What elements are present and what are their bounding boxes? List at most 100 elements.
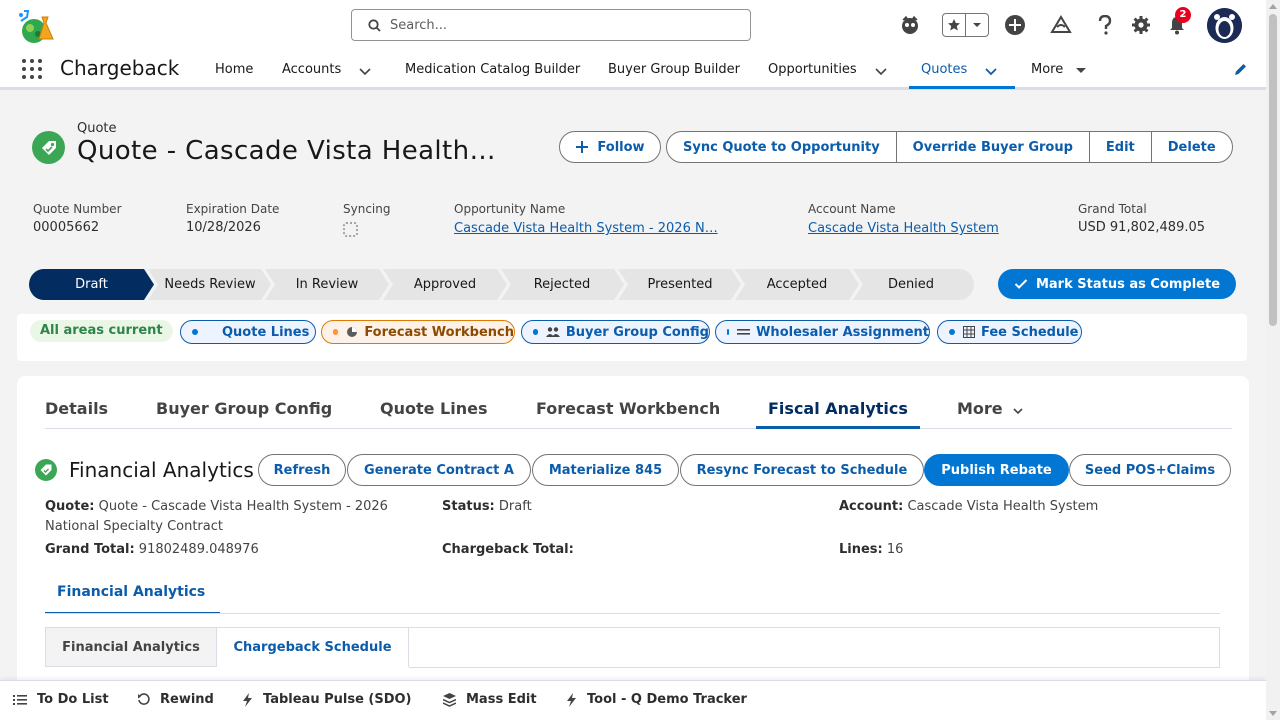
favorites-chevron-icon[interactable] xyxy=(966,14,988,36)
area-pill-label: Quote Lines xyxy=(222,324,310,340)
einstein-icon[interactable] xyxy=(897,12,923,38)
utility-bar: To Do List Rewind Tableau Pulse (SDO) Ma… xyxy=(0,680,1266,720)
mark-status-complete-button[interactable]: Mark Status as Complete xyxy=(998,269,1236,299)
area-pill-quote-lines[interactable]: Quote Lines xyxy=(180,320,316,344)
scroll-down-arrow-icon[interactable] xyxy=(1269,711,1277,717)
tab-fiscal-analytics[interactable]: Fiscal Analytics xyxy=(768,399,908,418)
path-stage-presented[interactable]: Presented xyxy=(622,269,738,300)
tab-buyer-group-config[interactable]: Buyer Group Config xyxy=(156,399,332,418)
accounts-chevron-down-icon[interactable] xyxy=(357,63,373,79)
status-field-value: Draft xyxy=(498,499,532,514)
nav-item-medication-catalog-builder[interactable]: Medication Catalog Builder xyxy=(405,62,580,77)
area-pill-label: Forecast Workbench xyxy=(364,324,514,340)
resync-forecast-button[interactable]: Resync Forecast to Schedule xyxy=(680,454,924,486)
seed-pos-claims-button[interactable]: Seed POS+Claims xyxy=(1069,454,1231,486)
utility-tableau-pulse[interactable]: Tableau Pulse (SDO) xyxy=(242,692,412,707)
nav-item-more[interactable]: More xyxy=(1031,62,1063,77)
financial-analytics-icon xyxy=(35,459,57,481)
lines-field-value: 16 xyxy=(886,542,904,557)
inner-tab-financial-analytics[interactable]: Financial Analytics xyxy=(46,628,217,667)
list-icon xyxy=(13,694,27,705)
add-icon[interactable] xyxy=(1002,12,1028,38)
user-avatar[interactable] xyxy=(1207,8,1242,43)
utility-label: Rewind xyxy=(160,692,214,707)
active-tab-indicator xyxy=(756,426,920,429)
refresh-button[interactable]: Refresh xyxy=(258,454,346,486)
sub-tab-financial-analytics[interactable]: Financial Analytics xyxy=(45,581,220,614)
tab-quote-lines[interactable]: Quote Lines xyxy=(380,399,488,418)
utility-to-do-list[interactable]: To Do List xyxy=(13,692,109,707)
financial-analytics-title: Financial Analytics xyxy=(69,458,254,482)
utility-label: Tableau Pulse (SDO) xyxy=(263,692,412,707)
quote-field-value-line2: National Specialty Contract xyxy=(45,519,223,534)
path-stage-draft[interactable]: Draft xyxy=(29,269,154,300)
grand-total-field-label: Grand Total: xyxy=(45,542,135,557)
edit-nav-pencil-icon[interactable] xyxy=(1233,62,1248,77)
sub-tab-divider xyxy=(45,613,1220,614)
account-field: Account: Cascade Vista Health System xyxy=(839,497,1098,517)
app-logo[interactable] xyxy=(15,7,55,45)
grand-total-field: Grand Total: 91802489.048976 xyxy=(45,540,259,560)
account-name-link[interactable]: Cascade Vista Health System xyxy=(808,221,999,236)
nav-item-opportunities[interactable]: Opportunities xyxy=(768,62,857,77)
app-launcher-icon[interactable] xyxy=(22,59,42,79)
global-search[interactable] xyxy=(351,9,751,41)
scrollbar-thumb[interactable] xyxy=(1269,14,1277,326)
grand-total-label: Grand Total xyxy=(1078,202,1147,216)
nav-item-accounts[interactable]: Accounts xyxy=(282,62,341,77)
follow-button[interactable]: Follow xyxy=(559,131,661,163)
status-field: Status: Draft xyxy=(442,497,532,517)
tab-more-chevron-down-icon[interactable] xyxy=(1011,404,1025,418)
tab-more[interactable]: More xyxy=(957,399,1003,418)
area-pill-buyer-group-config[interactable]: Buyer Group Config xyxy=(521,320,710,344)
quote-field-label: Quote: xyxy=(45,499,95,514)
more-caret-down-icon[interactable] xyxy=(1073,63,1089,79)
area-pill-wholesaler-assignment[interactable]: Wholesaler Assignment xyxy=(715,320,930,344)
quote-number-value: 00005662 xyxy=(33,220,100,235)
area-pill-forecast-workbench[interactable]: Forecast Workbench xyxy=(321,320,515,344)
notification-count-badge: 2 xyxy=(1175,7,1191,23)
opportunity-name-link[interactable]: Cascade Vista Health System - 2026 N… xyxy=(454,221,718,236)
nav-item-buyer-group-builder[interactable]: Buyer Group Builder xyxy=(608,62,740,77)
utility-label: Mass Edit xyxy=(466,692,537,707)
trailhead-icon[interactable] xyxy=(1048,12,1074,38)
favorite-star-icon[interactable] xyxy=(943,14,966,36)
utility-mass-edit[interactable]: Mass Edit xyxy=(443,692,537,707)
sync-quote-button[interactable]: Sync Quote to Opportunity xyxy=(667,132,897,162)
tab-details[interactable]: Details xyxy=(45,399,108,418)
path-stage-needs-review[interactable]: Needs Review xyxy=(152,269,268,300)
nav-item-quotes[interactable]: Quotes xyxy=(921,62,967,77)
inner-tab-chargeback-schedule[interactable]: Chargeback Schedule xyxy=(217,628,409,667)
path-stage-in-review[interactable]: In Review xyxy=(269,269,385,300)
mark-complete-label: Mark Status as Complete xyxy=(1035,276,1221,292)
bolt-icon xyxy=(567,692,576,707)
status-dot xyxy=(949,329,955,335)
chargeback-total-field: Chargeback Total: xyxy=(442,540,574,560)
override-buyer-group-button[interactable]: Override Buyer Group xyxy=(897,132,1090,162)
nav-item-home[interactable]: Home xyxy=(215,62,253,77)
scroll-up-arrow-icon[interactable] xyxy=(1269,3,1277,9)
quotes-chevron-down-icon[interactable] xyxy=(983,63,999,79)
edit-button[interactable]: Edit xyxy=(1090,132,1152,162)
utility-q-demo-tracker[interactable]: Tool - Q Demo Tracker xyxy=(566,692,747,707)
lines-field: Lines: 16 xyxy=(839,540,903,560)
record-title: Quote - Cascade Vista Health… xyxy=(77,136,496,166)
tab-forecast-workbench[interactable]: Forecast Workbench xyxy=(536,399,720,418)
page-scrollbar[interactable] xyxy=(1266,0,1280,720)
path-stage-rejected[interactable]: Rejected xyxy=(504,269,620,300)
grand-total-field-value: 91802489.048976 xyxy=(138,542,259,557)
help-icon[interactable] xyxy=(1092,12,1118,38)
path-stage-denied[interactable]: Denied xyxy=(855,269,967,300)
utility-rewind[interactable]: Rewind xyxy=(137,692,214,707)
generate-contract-a-button[interactable]: Generate Contract A xyxy=(347,454,531,486)
opportunities-chevron-down-icon[interactable] xyxy=(873,63,889,79)
record-tabs-card: Details Buyer Group Config Quote Lines F… xyxy=(17,376,1249,720)
materialize-845-button[interactable]: Materialize 845 xyxy=(532,454,679,486)
settings-gear-icon[interactable] xyxy=(1128,12,1154,38)
publish-rebate-button[interactable]: Publish Rebate xyxy=(924,454,1069,486)
area-pill-fee-schedule[interactable]: Fee Schedule xyxy=(937,320,1082,344)
delete-button[interactable]: Delete xyxy=(1152,132,1232,162)
path-stage-approved[interactable]: Approved xyxy=(387,269,503,300)
path-stage-accepted[interactable]: Accepted xyxy=(739,269,855,300)
search-input[interactable] xyxy=(390,14,740,36)
